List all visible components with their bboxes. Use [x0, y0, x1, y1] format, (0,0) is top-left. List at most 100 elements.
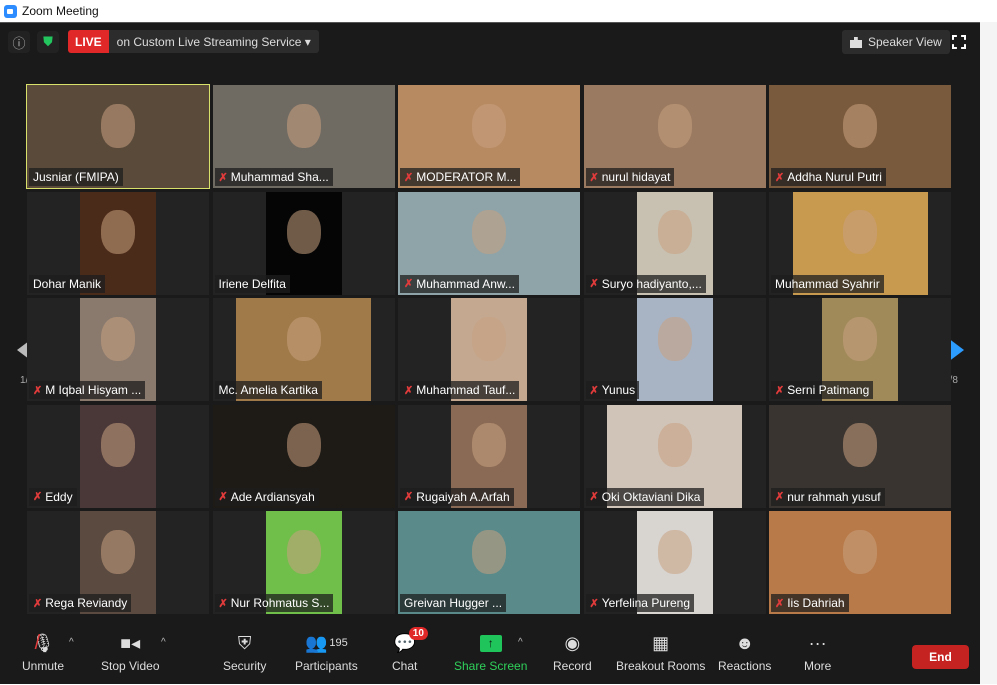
participant-name-label: ✗ Muhammad Anw... [400, 274, 519, 293]
participants-count: 195 [329, 637, 348, 649]
participant-face [286, 210, 321, 255]
participant-video [636, 298, 713, 401]
breakout-rooms-label: Breakout Rooms [616, 659, 706, 673]
participant-tile[interactable]: ✗ Muhammad Tauf... [398, 298, 580, 401]
participant-face [657, 529, 692, 574]
reactions-button[interactable]: ☻ Reactions [718, 632, 772, 674]
participant-tile[interactable]: ✗ Rega Reviandy [27, 511, 209, 614]
participant-name-label: ✗ Oki Oktaviani Dika [585, 487, 705, 506]
participant-tile[interactable]: ✗ Rugaiyah A.Arfah [398, 404, 580, 508]
muted-microphone-icon: ✗ [33, 384, 43, 397]
participant-name: Dohar Manik [33, 276, 102, 291]
fullscreen-icon[interactable] [952, 35, 966, 49]
muted-microphone-icon: ✗ [589, 278, 599, 290]
muted-microphone-icon: ✗ [404, 278, 414, 290]
more-button[interactable]: ··· More [804, 633, 831, 674]
participant-tile[interactable]: ✗ Addha Nurul Putri [769, 85, 951, 188]
participant-tile[interactable]: ✗ Iis Dahriah [769, 511, 951, 614]
participant-name-label: ✗ Addha Nurul Putri [771, 168, 886, 186]
participant-tile[interactable]: ✗ Yerfelina Pureng [583, 511, 766, 614]
participant-name-label: ✗ MODERATOR M... [400, 168, 521, 186]
participant-face [472, 529, 506, 574]
participant-name-label: ✗ M Iqbal Hisyam ... [29, 381, 146, 399]
participant-tile[interactable]: ✗ Serni Patimang [769, 298, 951, 401]
participant-face [101, 423, 135, 468]
participants-icon: 👥 195 [304, 632, 348, 653]
participants-button[interactable]: 👥 195 Participants [295, 632, 358, 674]
share-screen-button[interactable]: ↑ Share Screen [454, 633, 527, 673]
muted-microphone-icon: 🎙 / [31, 631, 55, 654]
breakout-rooms-button[interactable]: ▦ Breakout Rooms [616, 633, 706, 674]
video-options-caret-icon[interactable]: ^ [161, 637, 166, 648]
end-meeting-button[interactable]: End [912, 645, 969, 669]
participant-face [472, 103, 506, 148]
participant-tile[interactable]: ✗ Oki Oktaviani Dika [583, 404, 766, 508]
chat-label: Chat [392, 659, 418, 673]
stop-video-button[interactable]: ■◂ Stop Video [101, 633, 160, 674]
participant-tile[interactable]: ✗ Muhammad Sha... [212, 85, 395, 188]
reactions-smiley-icon: ☻ [735, 632, 755, 653]
info-icon[interactable]: ⓘ [8, 31, 30, 53]
muted-microphone-icon: ✗ [775, 491, 785, 503]
participant-name: Muhammad Sha... [230, 170, 329, 184]
participant-name: Yerfelina Pureng [601, 596, 691, 610]
participant-face [472, 210, 506, 255]
participant-tile[interactable]: ✗ nur rahmah yusuf [769, 404, 951, 508]
stream-service-dropdown[interactable]: on Custom Live Streaming Service ▾ [108, 30, 319, 53]
muted-microphone-icon: ✗ [218, 597, 228, 610]
participant-tile[interactable]: ✗ MODERATOR M... [398, 85, 580, 188]
muted-microphone-icon: ✗ [589, 491, 599, 503]
speaker-view-button[interactable]: Speaker View [842, 30, 950, 54]
share-options-caret-icon[interactable]: ^ [518, 637, 523, 648]
record-button[interactable]: ◉ Record [553, 632, 592, 674]
participant-name: Serni Patimang [787, 383, 870, 397]
participant-name: Nur Rohmatus S... [230, 596, 330, 610]
reactions-label: Reactions [718, 659, 772, 673]
participant-name-label: Muhammad Syahrir [771, 274, 884, 293]
chat-bubble-icon: 💬 10 [393, 627, 428, 653]
participant-face [843, 529, 877, 574]
participant-name: Iis Dahriah [787, 596, 845, 610]
participant-tile[interactable]: ✗ Nur Rohmatus S... [212, 511, 395, 614]
participant-tile[interactable]: ✗ nurul hidayat [583, 85, 766, 188]
muted-microphone-icon: ✗ [33, 491, 43, 503]
participant-face [101, 529, 135, 574]
muted-microphone-icon: ✗ [775, 597, 785, 610]
participant-tile[interactable]: Dohar Manik [27, 191, 209, 295]
participant-tile[interactable]: Mc. Amelia Kartika [212, 298, 395, 401]
muted-microphone-icon: ✗ [589, 171, 599, 184]
muted-microphone-icon: ✗ [404, 384, 414, 397]
unmute-label: Unmute [22, 659, 65, 673]
participant-tile[interactable]: ✗ M Iqbal Hisyam ... [27, 298, 209, 401]
participant-tile[interactable]: Greivan Hugger ... [398, 511, 580, 614]
participant-name-label: Mc. Amelia Kartika [214, 381, 322, 399]
audio-options-caret-icon[interactable]: ^ [69, 637, 74, 648]
share-screen-icon: ↑ [479, 633, 502, 653]
participant-tile[interactable]: Jusniar (FMIPA) [26, 84, 210, 189]
participant-tile[interactable]: ✗ Yunus [583, 298, 766, 401]
participant-tile[interactable]: ✗ Ade Ardiansyah [212, 404, 395, 508]
muted-microphone-icon: ✗ [775, 171, 785, 184]
desktop-background [980, 22, 997, 684]
security-button[interactable]: ⛨ Security [223, 633, 266, 674]
participant-tile[interactable]: ✗ Suryo hadiyanto,... [583, 191, 766, 295]
shield-check-icon[interactable]: ⛊ [37, 31, 59, 53]
participant-name: nurul hidayat [601, 170, 671, 184]
participant-tile[interactable]: Muhammad Syahrir [769, 191, 951, 295]
live-badge: LIVE [68, 30, 109, 53]
muted-microphone-icon: ✗ [33, 597, 43, 610]
participant-tile[interactable]: Iriene Delfita [212, 191, 395, 295]
record-icon: ◉ [564, 632, 581, 653]
live-stream-indicator[interactable]: LIVE on Custom Live Streaming Service ▾ [68, 30, 319, 53]
participant-name-label: Greivan Hugger ... [400, 594, 507, 612]
chat-unread-badge: 10 [408, 627, 428, 640]
participant-face [101, 210, 135, 255]
participant-name-label: Iriene Delfita [214, 274, 290, 293]
participant-tile[interactable]: ✗ Muhammad Anw... [398, 191, 580, 295]
unmute-button[interactable]: 🎙 / Unmute [22, 631, 65, 674]
muted-microphone-icon: ✗ [404, 171, 414, 184]
participant-tile[interactable]: ✗ Eddy [27, 404, 209, 508]
chat-button[interactable]: 💬 10 Chat [392, 627, 428, 673]
participant-face [843, 210, 877, 255]
speaker-view-icon [850, 36, 862, 48]
